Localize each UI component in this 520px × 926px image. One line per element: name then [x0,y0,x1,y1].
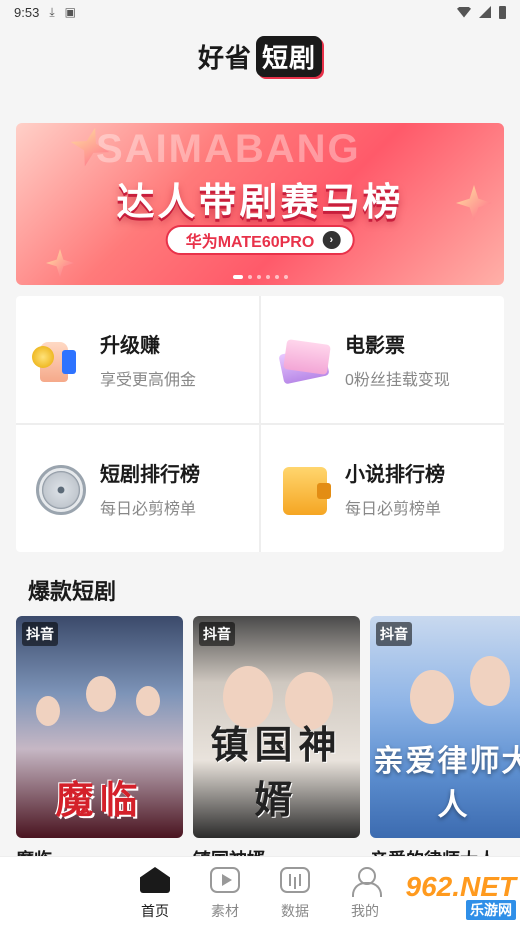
drama-card[interactable]: 抖音 镇国神婿 镇国神婿 [193,616,360,866]
poster-title-art: 镇国神婿 [210,725,343,822]
platform-tag: 抖音 [376,622,412,646]
download-icon: ⤓ [49,4,55,19]
notebook-icon [277,461,333,517]
tab-label: 我的 [351,903,379,919]
status-bar: 9:53 ⤓ ▣ [0,0,520,24]
feature-subtitle: 每日必剪榜单 [100,501,197,518]
star-icon [46,249,74,277]
feature-title: 短剧排行榜 [100,464,200,486]
tab-data[interactable]: 数据 [271,867,319,926]
chevron-right-icon: › [322,231,341,249]
film-reel-icon [32,461,88,517]
app-header: 好省 短剧 [0,34,520,78]
banner-bg-text: SAIMABANG [96,127,361,171]
carousel-dot[interactable] [283,275,288,279]
platform-tag: 抖音 [22,622,58,646]
drama-poster[interactable]: 抖音 镇国神婿 [193,616,360,838]
feature-novel-ranking[interactable]: 小说排行榜 每日必剪榜单 [261,425,504,552]
thumbs-up-coin-icon [32,332,88,388]
wifi-icon [457,6,471,18]
banner-cta-button[interactable]: 华为MATE60PRO › [165,225,355,255]
status-right [457,5,506,19]
feature-grid: 升级赚 享受更高佣金 电影票 0粉丝挂载变现 短剧排行榜 每日必剪榜单 小说排行… [16,296,504,552]
carousel-dot[interactable] [256,275,261,279]
feature-subtitle: 享受更高佣金 [100,372,197,389]
feature-drama-ranking[interactable]: 短剧排行榜 每日必剪榜单 [16,425,259,552]
tab-label: 数据 [281,903,309,919]
feature-title: 升级赚 [100,335,160,357]
watermark-top: 962.NET [405,871,517,902]
carousel-dot[interactable] [274,275,279,279]
feature-subtitle: 0粉丝挂载变现 [345,372,450,389]
poster-title-art: 魔临 [55,780,144,822]
app-logo: 好省 短剧 [197,35,323,77]
poster-title-art: 亲爱律师大人 [373,745,520,822]
banner-cta-label: 华为MATE60PRO [185,234,315,251]
feature-upgrade-earn[interactable]: 升级赚 享受更高佣金 [16,296,259,423]
play-icon [210,867,240,895]
tab-profile[interactable]: 我的 [341,867,389,926]
feature-title: 电影票 [345,335,405,357]
signal-icon [479,6,491,18]
section-title: 爆款短剧 [28,579,117,604]
carousel-dot[interactable] [232,275,243,279]
logo-text-1: 好省 [197,42,252,73]
platform-tag: 抖音 [199,622,235,646]
logo-text-2: 短剧 [256,35,323,77]
banner-title: 达人带剧赛马榜 [116,182,404,224]
a-icon: ▣ [64,5,76,19]
feature-subtitle: 每日必剪榜单 [345,501,442,518]
carousel-dot[interactable] [247,275,252,279]
carousel-dots [16,275,504,279]
promo-banner[interactable]: SAIMABANG 达人带剧赛马榜 华为MATE60PRO › [16,123,504,285]
status-left: 9:53 ⤓ ▣ [14,5,76,20]
drama-poster[interactable]: 抖音 亲爱律师大人 [370,616,520,838]
feature-title: 小说排行榜 [345,464,445,486]
tab-label: 素材 [211,903,239,919]
status-time: 9:53 [14,4,40,20]
tab-materials[interactable]: 素材 [201,867,249,926]
user-icon [350,867,382,897]
drama-card[interactable]: 抖音 亲爱律师大人 亲爱的律师大人 [370,616,520,866]
tab-label: 首页 [141,903,169,919]
chart-icon [280,867,310,895]
home-icon [140,867,170,895]
drama-list[interactable]: 抖音 魔临 魔临 抖音 镇国神婿 镇国神婿 抖音 亲爱律师大人 亲爱的律师大人 [16,616,520,866]
tab-home[interactable]: 首页 [131,867,179,926]
drama-card[interactable]: 抖音 魔临 魔临 [16,616,183,866]
movie-ticket-icon [277,332,333,388]
drama-poster[interactable]: 抖音 魔临 [16,616,183,838]
watermark-logo: 962.NET 乐游网 [384,871,517,920]
carousel-dot[interactable] [265,275,270,279]
feature-movie-ticket[interactable]: 电影票 0粉丝挂载变现 [261,296,504,423]
watermark-bottom: 乐游网 [466,900,516,920]
battery-icon [499,5,506,19]
